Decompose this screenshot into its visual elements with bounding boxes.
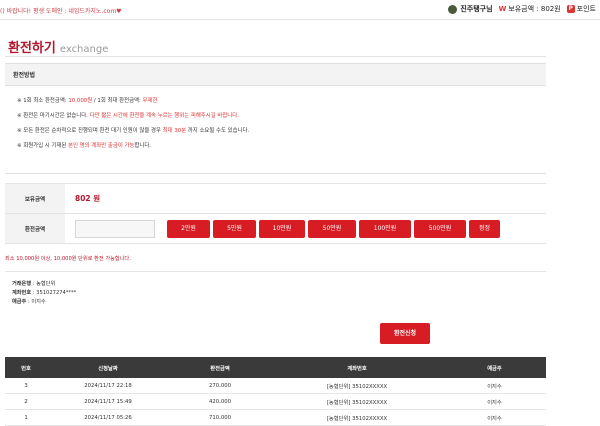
table-row: 2 2024/11/17 15:49 420,000 [농협단위] 35102X…	[5, 393, 546, 410]
cell-holder: 이지수	[443, 409, 546, 426]
divider	[5, 56, 546, 57]
table-row: 3 2024/11/17 22:18 270,000 [농협단위] 35102X…	[5, 378, 546, 394]
cell-amount: 270,000	[169, 378, 271, 394]
col-amount: 환전금액	[169, 357, 271, 378]
account-info: 거래은행 : 농협단위 계좌번호 : 351027274**** 예금주 : 이…	[12, 281, 77, 305]
col-holder: 예금주	[443, 357, 546, 378]
cell-amount: 420,000	[169, 393, 271, 410]
balance-row: 보유금액 802 원	[5, 183, 546, 214]
apply-exchange-button[interactable]: 환전신청	[380, 323, 430, 344]
cell-number: 2	[5, 393, 47, 410]
method-line: ※ 1회 최소 환전금액: 10,000원 / 1회 최대 환전금액: 무제한	[17, 94, 546, 109]
method-text: 합니다.	[134, 143, 152, 149]
col-number: 번호	[5, 357, 47, 378]
add-20000-button[interactable]: 2만원	[167, 219, 210, 238]
bank-label: 거래은행	[12, 281, 32, 287]
cell-number: 3	[5, 378, 47, 394]
bank-value: 농협단위	[36, 281, 56, 287]
add-50000-button[interactable]: 5만원	[213, 219, 256, 238]
method-text: / 1회 최대 환전금액:	[92, 98, 143, 104]
amount-row: 환전금액 2만원 5만원 10만원 50만원 100만원 500만원 정정	[5, 214, 546, 244]
amount-note: 최소 10,000원 이상, 10,000원 단위로 환전 가능합니다.	[5, 244, 546, 272]
amount-label: 환전금액	[5, 214, 65, 243]
cell-account: [농협단위] 35102XXXXX	[271, 409, 443, 426]
notice-marquee: () 바랍니다! 평생 도메인 : 네임드카지노.com♥	[0, 8, 122, 15]
max-wait: 최대 30분	[162, 128, 187, 134]
holder-value: 이지수	[31, 299, 46, 305]
cell-account: [농협단위] 35102XXXXX	[271, 393, 443, 410]
table-row: 1 2024/11/17 05:26 710,000 [농협단위] 35102X…	[5, 409, 546, 426]
page-title-en: exchange	[59, 44, 109, 55]
method-text: 까지 소요될 수도 있습니다.	[186, 128, 250, 134]
won-icon: W	[498, 5, 507, 13]
method-text: ※ 환전은 마기시간은 없습니다.	[17, 113, 90, 119]
add-1000000-button[interactable]: 100만원	[359, 219, 411, 238]
method-text: ※ 모든 환전은 순차적으로 진행되며 환전 대기 인원이 많을 경우	[17, 128, 163, 134]
point-icon: P	[566, 5, 575, 13]
cell-amount: 710,000	[169, 409, 271, 426]
account-rule: 본인 명의 계좌만 출금이 가능	[68, 143, 135, 149]
balance-value: 802 원	[75, 194, 101, 203]
user-name[interactable]: 진주탱구님	[460, 4, 492, 14]
account-number-label: 계좌번호	[12, 290, 32, 296]
reset-button[interactable]: 정정	[469, 219, 500, 238]
add-500000-button[interactable]: 50만원	[308, 219, 356, 238]
exchange-history-table: 번호 신청날짜 환전금액 계좌번호 예금주 3 2024/11/17 22:18…	[5, 357, 546, 426]
method-text: ※ 1회 최소 환전금액:	[17, 98, 69, 104]
cell-number: 1	[5, 409, 47, 426]
method-text: ※ 회원가입 시 기재된	[17, 143, 69, 149]
add-5000000-button[interactable]: 500만원	[414, 219, 466, 238]
avatar[interactable]	[448, 4, 458, 14]
method-warning: 다만 짧은 시간에 환전을 계속 누르는 행위는 피해주시길 바랍니다.	[89, 113, 239, 119]
max-amount: 무제한	[142, 98, 158, 104]
holder-label: 예금주	[12, 299, 27, 305]
account-number-value: 351027274****	[36, 290, 77, 296]
balance-text: 보유금액 : 802원	[508, 5, 561, 13]
exchange-form: 보유금액 802 원 환전금액 2만원 5만원 10만원 50만원 100만원 …	[5, 183, 546, 272]
method-heading: 환전방법	[5, 63, 546, 86]
top-bar: () 바랍니다! 평생 도메인 : 네임드카지노.com♥ 진주탱구님 W 보유…	[0, 0, 600, 18]
method-line: ※ 환전은 마기시간은 없습니다. 다만 짧은 시간에 환전을 계속 누르는 행…	[17, 109, 546, 124]
cell-date: 2024/11/17 05:26	[47, 409, 169, 426]
cell-date: 2024/11/17 22:18	[47, 378, 169, 394]
cell-holder: 이지수	[443, 378, 546, 394]
page-title: 환전하기 exchange	[8, 37, 108, 56]
amount-input[interactable]	[75, 219, 155, 238]
divider	[0, 19, 600, 20]
col-account: 계좌번호	[271, 357, 443, 378]
method-line: ※ 회원가입 시 기재된 본인 명의 계좌만 출금이 가능합니다.	[17, 139, 546, 154]
table-header-row: 번호 신청날짜 환전금액 계좌번호 예금주	[5, 357, 546, 378]
user-info: 진주탱구님 W 보유금액 : 802원 P 포인트	[448, 3, 596, 15]
add-100000-button[interactable]: 10만원	[259, 219, 305, 238]
method-line: ※ 모든 환전은 순차적으로 진행되며 환전 대기 인원이 많을 경우 최대 3…	[17, 124, 546, 139]
balance-label: 보유금액	[5, 184, 65, 213]
page-title-ko: 환전하기	[8, 41, 56, 56]
point-label[interactable]: 포인트	[577, 4, 596, 14]
cell-holder: 이지수	[443, 393, 546, 410]
min-amount: 10,000원	[68, 98, 93, 104]
col-date: 신청날짜	[47, 357, 169, 378]
method-info: ※ 1회 최소 환전금액: 10,000원 / 1회 최대 환전금액: 무제한 …	[5, 86, 546, 174]
cell-account: [농협단위] 35102XXXXX	[271, 378, 443, 394]
cell-date: 2024/11/17 15:49	[47, 393, 169, 410]
